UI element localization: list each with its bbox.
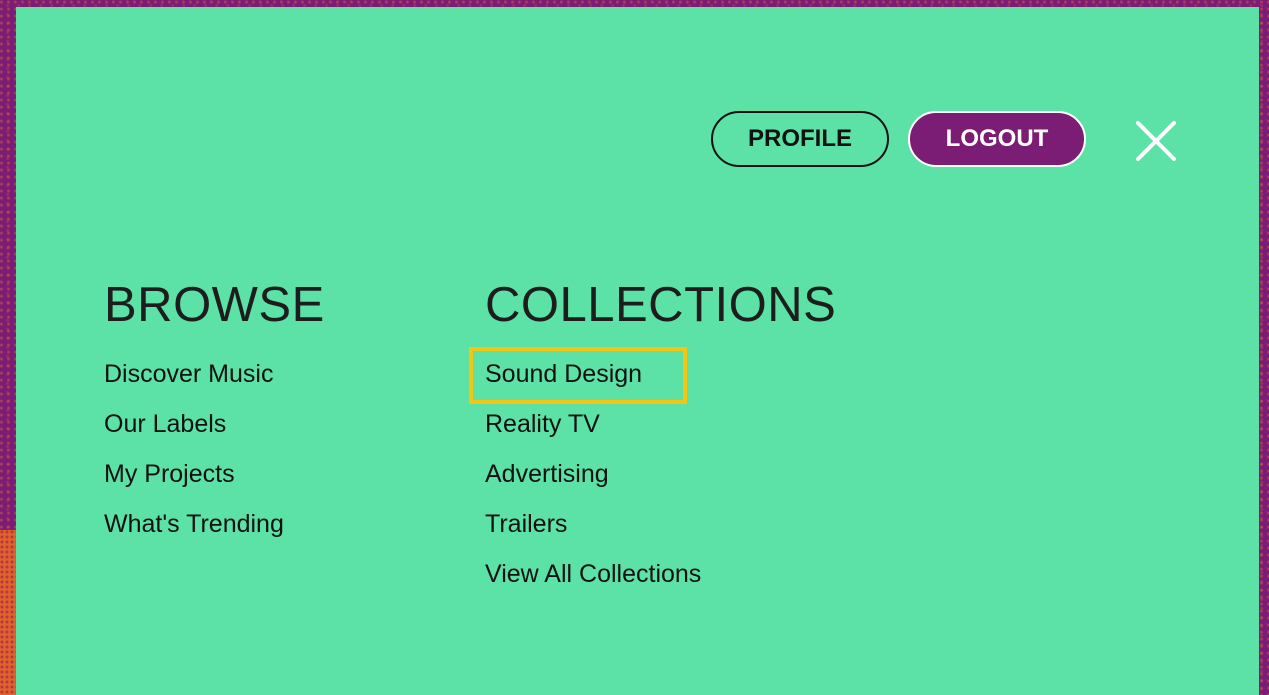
collections-item-advertising[interactable]: Advertising: [485, 449, 836, 499]
browse-item-whats-trending[interactable]: What's Trending: [104, 499, 325, 549]
logout-button[interactable]: LOGOUT: [908, 111, 1086, 167]
collections-item-trailers[interactable]: Trailers: [485, 499, 836, 549]
menu-link[interactable]: View All Collections: [485, 560, 701, 588]
menu-link[interactable]: Discover Music: [104, 360, 273, 388]
browse-item-my-projects[interactable]: My Projects: [104, 449, 325, 499]
menu-link[interactable]: Reality TV: [485, 410, 600, 438]
close-icon[interactable]: [1134, 119, 1178, 163]
menu-link[interactable]: Sound Design: [485, 360, 642, 388]
menu-link[interactable]: Advertising: [485, 460, 609, 488]
browse-item-discover-music[interactable]: Discover Music: [104, 349, 325, 399]
profile-button[interactable]: PROFILE: [711, 111, 889, 167]
background-texture-accent: [0, 530, 16, 695]
collections-heading: COLLECTIONS: [485, 278, 837, 332]
browse-heading: BROWSE: [104, 278, 325, 332]
collections-item-sound-design[interactable]: Sound Design: [485, 349, 836, 399]
browse-item-our-labels[interactable]: Our Labels: [104, 399, 325, 449]
menu-overlay-panel: PROFILE LOGOUT BROWSE Discover Music Our…: [16, 7, 1259, 695]
collections-item-reality-tv[interactable]: Reality TV: [485, 399, 836, 449]
collections-section: COLLECTIONS Sound Design Reality TV Adve…: [485, 275, 836, 599]
menu-link[interactable]: What's Trending: [104, 510, 284, 538]
browse-list: Discover Music Our Labels My Projects Wh…: [104, 349, 325, 549]
collections-item-view-all[interactable]: View All Collections: [485, 549, 836, 599]
menu-link[interactable]: Trailers: [485, 510, 567, 538]
menu-link[interactable]: My Projects: [104, 460, 235, 488]
menu-link[interactable]: Our Labels: [104, 410, 226, 438]
browse-section: BROWSE Discover Music Our Labels My Proj…: [104, 275, 325, 549]
collections-list: Sound Design Reality TV Advertising Trai…: [485, 349, 836, 599]
